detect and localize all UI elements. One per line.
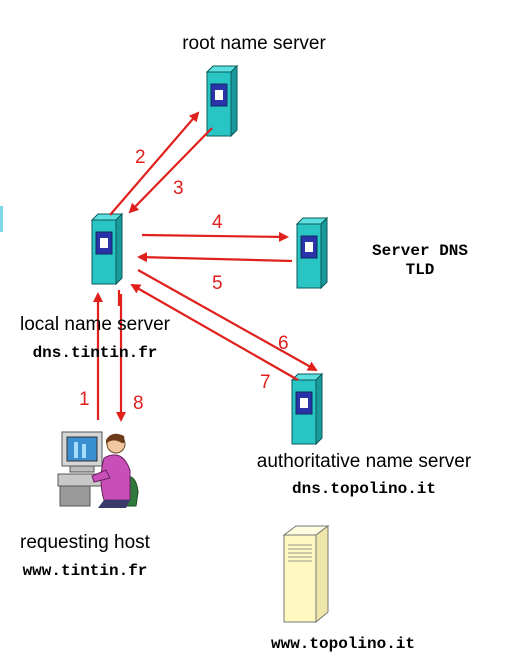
local-server-icon bbox=[91, 213, 123, 285]
tld-server-label-line1: Server DNS bbox=[372, 242, 468, 260]
auth-server-label: authoritative name server bbox=[257, 451, 472, 472]
web-server-host: www.topolino.it bbox=[271, 635, 415, 653]
step-8: 8 bbox=[133, 393, 144, 414]
tld-server-icon bbox=[296, 217, 328, 289]
step-2: 2 bbox=[135, 147, 146, 168]
diagram-canvas: 2 3 4 5 6 7 1 8 root name server Server … bbox=[0, 33, 472, 653]
requesting-host-name: www.tintin.fr bbox=[23, 562, 148, 580]
tld-server-label-line2: TLD bbox=[406, 261, 435, 279]
user-at-computer-icon bbox=[57, 431, 139, 508]
web-server-icon bbox=[282, 525, 330, 624]
arrow-2 bbox=[109, 111, 200, 216]
step-5: 5 bbox=[212, 273, 223, 294]
step-4: 4 bbox=[212, 212, 223, 233]
edge-mark bbox=[0, 206, 3, 232]
step-6: 6 bbox=[278, 333, 289, 354]
step-7: 7 bbox=[260, 372, 271, 393]
requesting-host-label: requesting host bbox=[20, 532, 151, 553]
arrow-4 bbox=[141, 231, 289, 242]
step-3: 3 bbox=[173, 178, 184, 199]
arrow-5 bbox=[137, 252, 293, 263]
local-server-label: local name server bbox=[20, 314, 171, 335]
arrows bbox=[93, 111, 318, 422]
step-1: 1 bbox=[79, 389, 90, 410]
arrow-3 bbox=[128, 127, 213, 214]
root-server-label: root name server bbox=[182, 33, 326, 54]
auth-server-icon bbox=[291, 373, 323, 445]
root-server-icon bbox=[206, 65, 238, 137]
auth-server-host: dns.topolino.it bbox=[292, 480, 436, 498]
local-server-host: dns.tintin.fr bbox=[33, 344, 158, 362]
dns-resolution-diagram: 2 3 4 5 6 7 1 8 root name server Server … bbox=[0, 0, 507, 669]
